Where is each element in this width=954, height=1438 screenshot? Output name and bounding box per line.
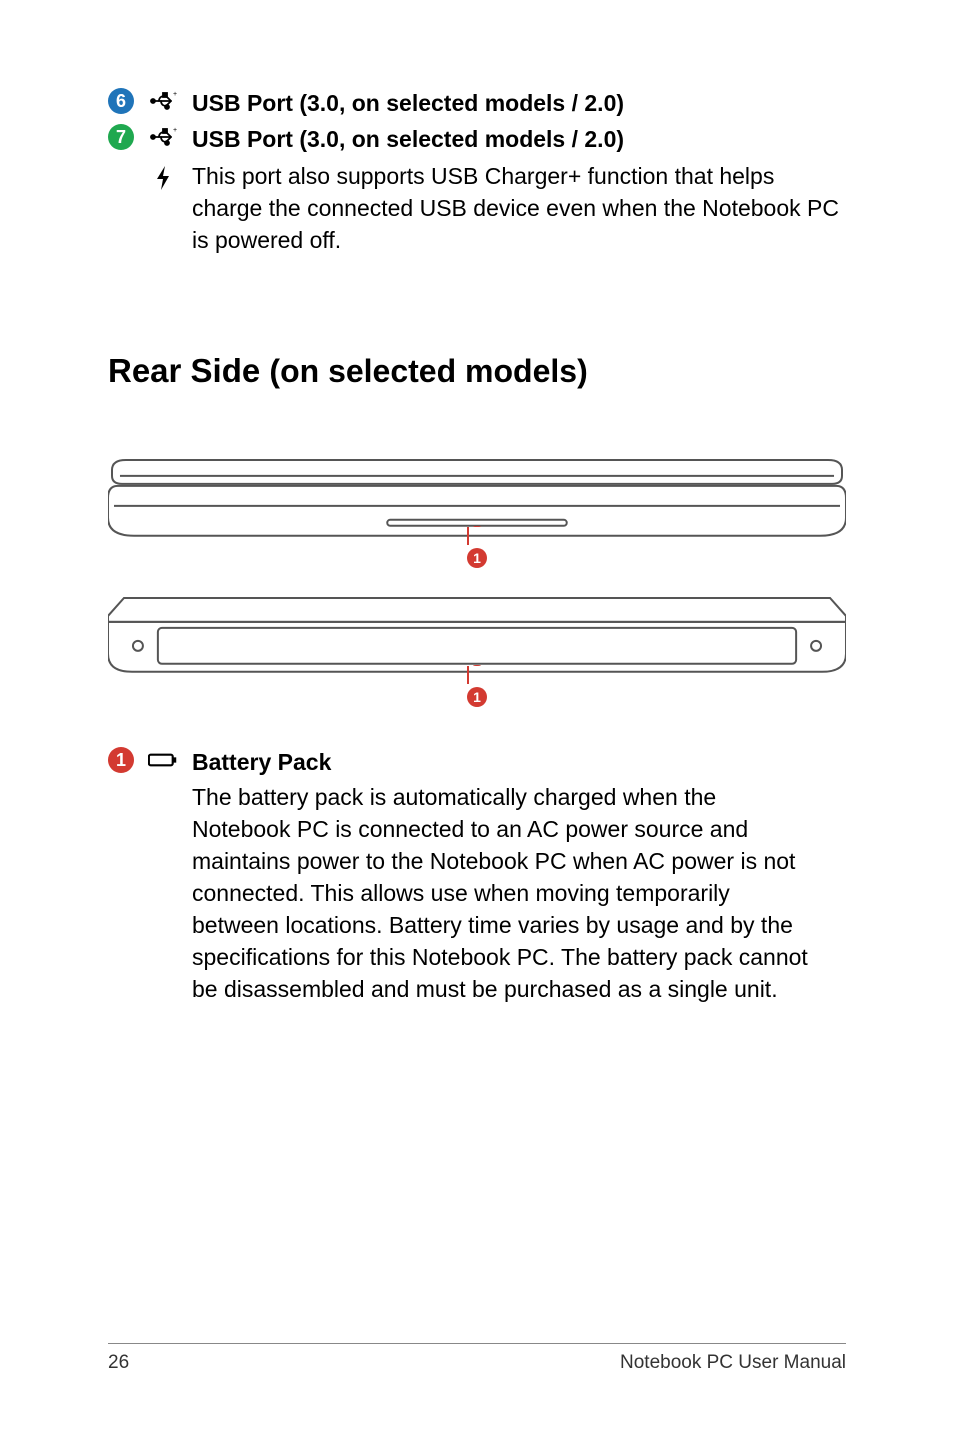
callout-1: 1	[108, 747, 134, 773]
callout-7: 7	[108, 124, 134, 150]
rear-view-2: 1	[108, 586, 846, 706]
diagram-leader: 1	[467, 526, 487, 568]
port-sub-desc: This port also supports USB Charger+ fun…	[192, 160, 846, 256]
port-label: USB Port (3.0, on selected models / 2.0)	[192, 88, 624, 118]
port-sub-7: This port also supports USB Charger+ fun…	[148, 160, 846, 256]
usb-icon: +	[148, 88, 178, 112]
section-title: Rear Side	[108, 352, 260, 389]
rear-view-1: 1	[108, 446, 846, 566]
diagram-callout-1: 1	[467, 687, 487, 707]
port-label: USB Port (3.0, on selected models / 2.0)	[192, 124, 624, 154]
svg-text:+: +	[173, 127, 177, 134]
battery-icon	[148, 747, 178, 771]
section-qualifier: (on selected models)	[269, 353, 587, 389]
battery-label: Battery Pack	[192, 747, 812, 777]
battery-desc: The battery pack is automatically charge…	[192, 784, 808, 1002]
callout-6: 6	[108, 88, 134, 114]
diagram-callout-1: 1	[467, 548, 487, 568]
port-item-7: 7 + USB Port (3.0, on selected models / …	[108, 124, 846, 154]
section-heading: Rear Side (on selected models)	[108, 352, 846, 390]
doc-title: Notebook PC User Manual	[620, 1352, 846, 1374]
lightning-icon	[148, 160, 178, 192]
page-footer: 26 Notebook PC User Manual	[108, 1343, 846, 1374]
page-number: 26	[108, 1352, 129, 1374]
svg-text:+: +	[173, 91, 177, 98]
rear-diagrams: 1 1	[108, 446, 846, 705]
battery-item: 1 Battery Pack The battery pack is autom…	[108, 747, 846, 1005]
port-item-6: 6 + USB Port (3.0, on selected models / …	[108, 88, 846, 118]
usb-icon: +	[148, 124, 178, 148]
diagram-leader: 1	[467, 665, 487, 707]
